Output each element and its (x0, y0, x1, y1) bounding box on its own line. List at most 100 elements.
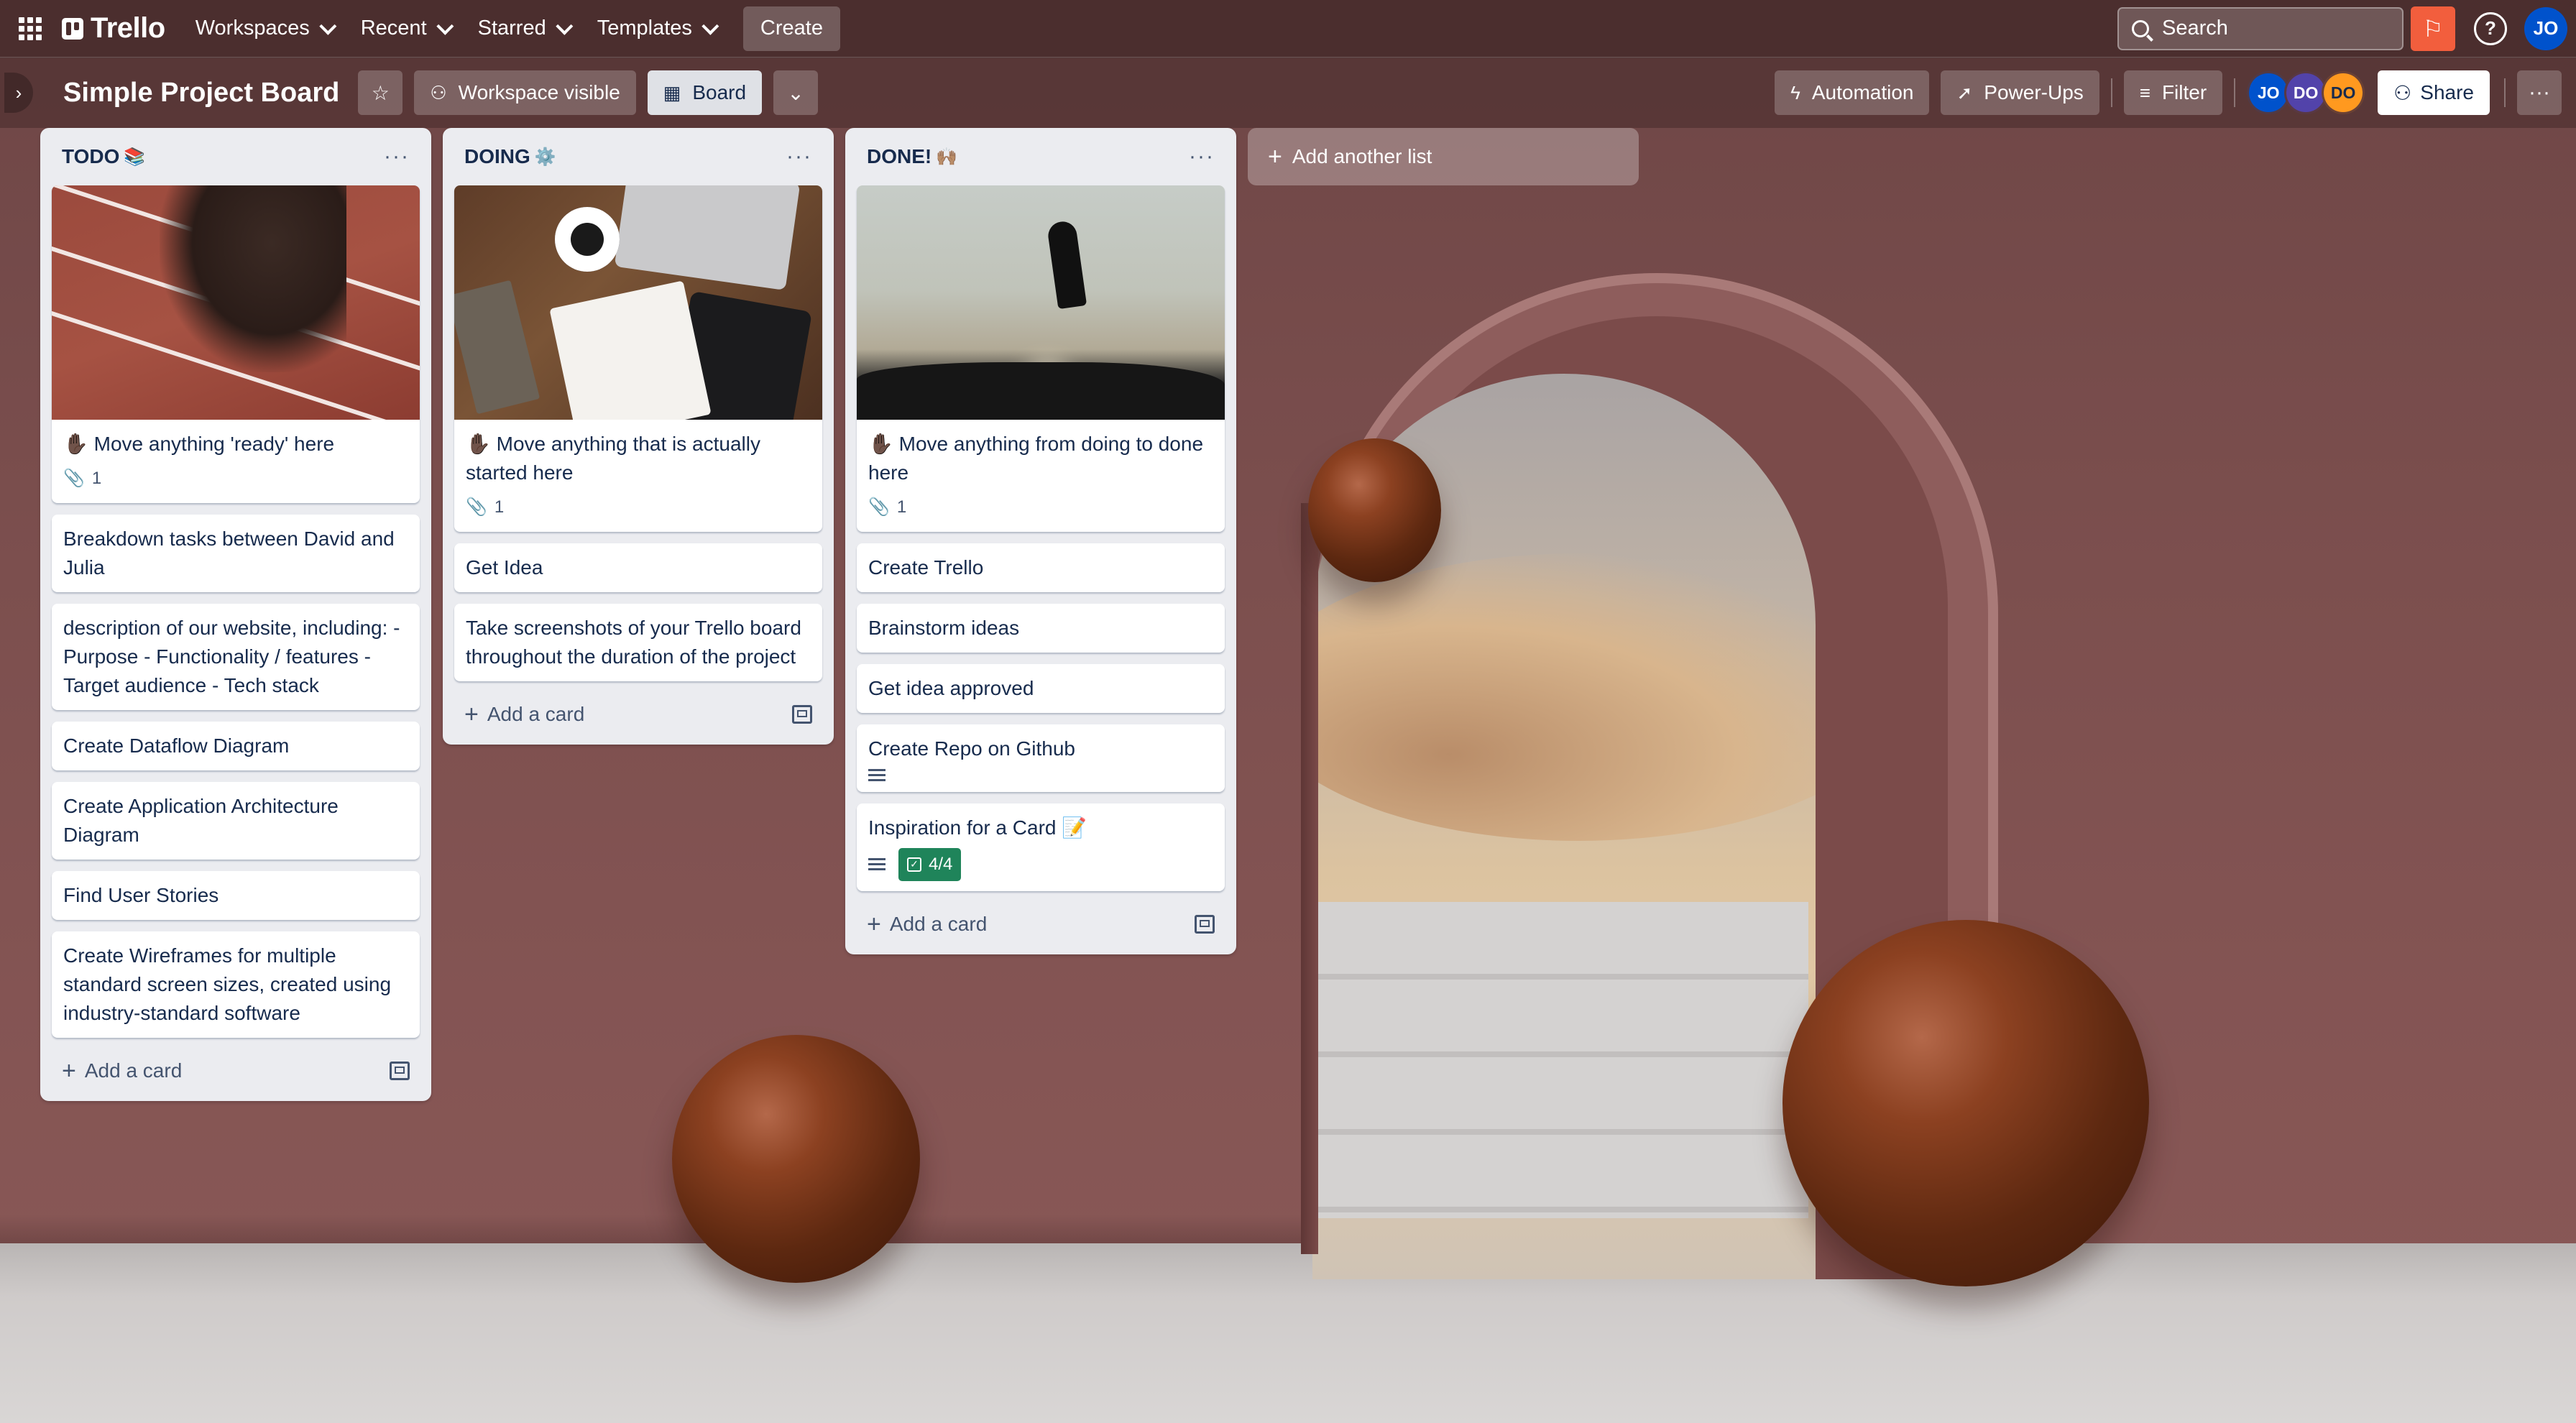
add-card-button[interactable]: + Add a card (857, 903, 1225, 946)
list-emoji: 📚 (124, 147, 146, 167)
divider (2110, 78, 2112, 107)
card[interactable]: Breakdown tasks between David and Julia (52, 515, 420, 592)
app-switcher-icon[interactable] (14, 13, 46, 45)
card[interactable]: Create Dataflow Diagram (52, 722, 420, 770)
powerups-label: Power-Ups (1984, 81, 2084, 103)
board-header-right: ϟ Automation ➚ Power-Ups ≡ Filter JO DO DO … (1775, 70, 2576, 115)
card[interactable]: description of our website, including: -… (52, 604, 420, 710)
lightning-icon: ϟ (1790, 81, 1800, 103)
paperclip-icon: 📎 (63, 469, 85, 488)
share-label: Share (2420, 81, 2474, 103)
card[interactable]: Create Repo on Github (857, 724, 1225, 792)
member-avatar[interactable]: DO (2284, 71, 2328, 114)
sidebar-toggle[interactable]: › (4, 73, 33, 113)
search-input[interactable]: Search (2117, 6, 2404, 50)
card-template-icon[interactable] (390, 1062, 410, 1080)
plus-icon: + (62, 1056, 76, 1084)
card-title: description of our website, including: -… (63, 617, 400, 696)
filter-button[interactable]: ≡ Filter (2123, 70, 2223, 115)
card[interactable]: Brainstorm ideas (857, 604, 1225, 653)
view-switcher-button[interactable]: ⌄ (773, 70, 819, 115)
workspaces-menu[interactable]: Workspaces (183, 8, 345, 50)
rocket-icon: ➚ (1956, 81, 1973, 103)
card[interactable]: Create Trello (857, 543, 1225, 592)
add-card-button[interactable]: + Add a card (454, 693, 822, 736)
chevron-down-icon (436, 17, 454, 35)
add-person-icon: ⚇ (2393, 81, 2412, 104)
recent-label: Recent (360, 17, 427, 40)
attachment-badge: 📎 1 (63, 464, 101, 493)
card[interactable]: Get idea approved (857, 664, 1225, 713)
account-avatar[interactable]: JO (2524, 6, 2567, 50)
card-badges: 📎 1 (868, 493, 1213, 522)
starred-label: Starred (477, 17, 546, 40)
card-title: Breakdown tasks between David and Julia (63, 528, 395, 579)
trello-logo[interactable]: Trello (62, 12, 165, 45)
card[interactable]: Create Application Architecture Diagram (52, 782, 420, 860)
visibility-label: Workspace visible (458, 81, 620, 103)
board-menu-button[interactable]: ··· (2517, 70, 2562, 115)
list-menu-icon[interactable]: ··· (1189, 144, 1215, 169)
notifications-button[interactable]: ⚐ (2411, 6, 2455, 51)
card[interactable]: Take screenshots of your Trello board th… (454, 604, 822, 681)
chevron-right-icon: › (15, 81, 22, 103)
card-badges: 📎 1 (466, 493, 811, 522)
attachment-badge: 📎 1 (466, 493, 504, 522)
card[interactable]: Inspiration for a Card 📝 ✓ 4/4 (857, 803, 1225, 891)
card-cover[interactable]: ✋🏿 Move anything 'ready' here 📎 1 (52, 185, 420, 503)
card-title: ✋🏿 Move anything from doing to done here (868, 433, 1204, 484)
member-avatar[interactable]: JO (2247, 71, 2291, 114)
list-header: DOING ⚙️ ··· (454, 128, 822, 185)
more-icon: ··· (2529, 80, 2550, 104)
list-menu-icon[interactable]: ··· (384, 144, 410, 169)
list-title[interactable]: TODO (62, 145, 119, 168)
create-button[interactable]: Create (742, 6, 840, 51)
nav-right: Search ⚐ ? JO (2117, 6, 2576, 51)
workspaces-label: Workspaces (195, 17, 310, 40)
add-list-button[interactable]: + Add another list (1248, 128, 1639, 185)
list-title[interactable]: DONE! (867, 145, 932, 168)
starred-menu[interactable]: Starred (465, 8, 581, 50)
board-title[interactable]: Simple Project Board (63, 78, 339, 109)
paperclip-icon: 📎 (466, 497, 487, 517)
attachment-badge: 📎 1 (868, 493, 906, 522)
people-icon: ⚇ (430, 81, 447, 103)
card-title: Get idea approved (868, 677, 1034, 699)
add-card-button[interactable]: + Add a card (52, 1049, 420, 1092)
recent-menu[interactable]: Recent (348, 8, 462, 50)
list-header: TODO 📚 ··· (52, 128, 420, 185)
card-template-icon[interactable] (792, 705, 812, 724)
member-avatar[interactable]: DO (2322, 71, 2365, 114)
plus-icon: + (1268, 142, 1282, 170)
card-cover[interactable]: ✋🏿 Move anything that is actually starte… (454, 185, 822, 532)
description-icon (868, 769, 886, 782)
divider (2234, 78, 2236, 107)
list-menu-icon[interactable]: ··· (786, 144, 812, 169)
card[interactable]: Get Idea (454, 543, 822, 592)
card-title: Create Dataflow Diagram (63, 734, 290, 757)
card-cover-image (454, 185, 822, 420)
help-button[interactable]: ? (2474, 11, 2507, 45)
board-view-button[interactable]: ▦ Board (647, 70, 763, 115)
list-title[interactable]: DOING (464, 145, 530, 168)
card-title: Find User Stories (63, 884, 219, 906)
card-title: Get Idea (466, 556, 543, 579)
trello-logo-icon (62, 17, 83, 40)
star-board-button[interactable]: ☆ (358, 70, 403, 115)
automation-label: Automation (1811, 81, 1914, 103)
automation-button[interactable]: ϟ Automation (1775, 70, 1930, 115)
list-emoji: 🙌🏽 (936, 147, 958, 167)
attachment-count: 1 (494, 497, 505, 517)
templates-menu[interactable]: Templates (584, 8, 727, 50)
card-title: Create Repo on Github (868, 737, 1075, 760)
card-template-icon[interactable] (1195, 915, 1215, 934)
chevron-down-icon (556, 17, 574, 35)
visibility-button[interactable]: ⚇ Workspace visible (414, 70, 636, 115)
powerups-button[interactable]: ➚ Power-Ups (1941, 70, 2099, 115)
share-button[interactable]: ⚇ Share (2378, 70, 2490, 115)
card[interactable]: Find User Stories (52, 871, 420, 920)
filter-icon: ≡ (2139, 81, 2150, 103)
search-icon (2132, 19, 2149, 37)
card[interactable]: Create Wireframes for multiple standard … (52, 931, 420, 1038)
card-cover[interactable]: ✋🏿 Move anything from doing to done here… (857, 185, 1225, 532)
